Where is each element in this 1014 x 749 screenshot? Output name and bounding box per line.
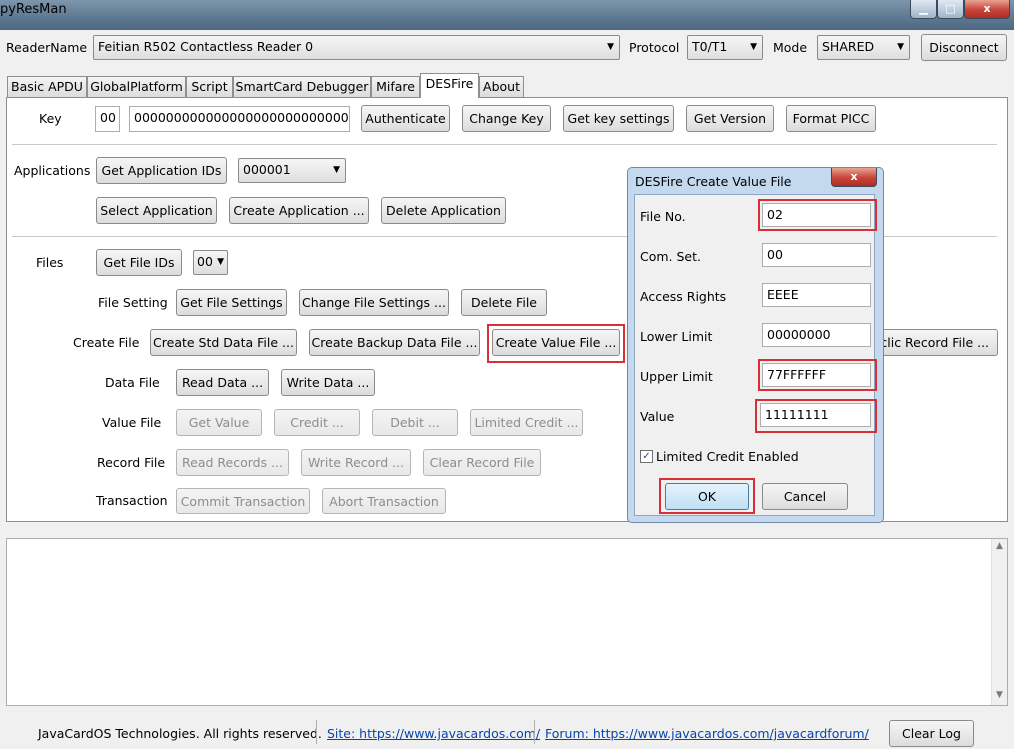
get-file-settings-button[interactable]: Get File Settings [176,289,287,316]
minimize-button[interactable]: ▁ [910,0,937,19]
get-application-ids-button[interactable]: Get Application IDs [96,157,227,184]
reader-value: Feitian R502 Contactless Reader 0 [98,39,314,54]
key-number-input[interactable]: 00 [95,106,120,132]
access-rights-label: Access Rights [640,289,727,304]
key-label: Key [39,111,62,126]
get-value-button[interactable]: Get Value [176,409,262,436]
change-file-settings-button[interactable]: Change File Settings ... [299,289,449,316]
footer-separator [534,720,535,744]
com-set-label: Com. Set. [640,249,701,264]
dialog-close-button[interactable]: x [831,168,877,187]
cancel-button[interactable]: Cancel [762,483,848,510]
record-file-label: Record File [97,455,166,470]
chevron-down-icon: ▼ [217,257,224,267]
window-title: pyResMan [0,2,67,17]
clear-record-file-button[interactable]: Clear Record File [423,449,541,476]
file-id-select[interactable]: 00 ▼ [193,250,228,275]
chevron-down-icon: ▼ [607,42,614,52]
footer-separator [316,720,317,744]
value-label: Value [640,409,675,424]
create-cyclic-record-file-button[interactable]: yclic Record File ... [872,329,998,356]
get-key-settings-button[interactable]: Get key settings [563,105,674,132]
select-application-button[interactable]: Select Application [96,197,217,224]
change-key-button[interactable]: Change Key [462,105,551,132]
close-button[interactable]: x [964,0,1010,19]
log-scrollbar[interactable] [991,539,1007,705]
chevron-down-icon: ▼ [897,42,904,52]
highlight-ok [659,478,755,514]
create-std-data-file-button[interactable]: Create Std Data File ... [150,329,297,356]
upper-limit-label: Upper Limit [640,369,713,384]
clear-log-button[interactable]: Clear Log [889,720,974,747]
application-id-value: 000001 [243,162,291,177]
highlight-file-no [758,199,877,231]
file-no-label: File No. [640,209,686,224]
protocol-select[interactable]: T0/T1 ▼ [687,35,763,60]
read-data-button[interactable]: Read Data ... [176,369,269,396]
disconnect-button[interactable]: Disconnect [921,34,1007,61]
create-application-button[interactable]: Create Application ... [229,197,369,224]
abort-transaction-button[interactable]: Abort Transaction [322,488,446,514]
debit-button[interactable]: Debit ... [372,409,458,436]
tab-basic-apdu[interactable]: Basic APDU [7,76,87,97]
write-record-button[interactable]: Write Record ... [301,449,411,476]
separator [12,144,997,145]
copyright-text: JavaCardOS Technologies. All rights rese… [38,726,322,741]
highlight-create-value-file [487,324,625,363]
title-bar [0,0,1014,30]
mode-label: Mode [773,40,808,55]
mode-select[interactable]: SHARED ▼ [817,35,910,60]
key-value-input[interactable]: 00000000000000000000000000000000 [129,106,350,132]
applications-label: Applications [14,163,91,178]
chevron-down-icon: ▼ [333,165,340,175]
lower-limit-input[interactable]: 00000000 [762,323,871,347]
format-picc-button[interactable]: Format PICC [786,105,876,132]
log-textarea[interactable] [6,538,1008,706]
value-file-label: Value File [102,415,162,430]
delete-application-button[interactable]: Delete Application [381,197,506,224]
highlight-value [755,399,877,433]
highlight-upper-limit [758,359,877,391]
limited-credit-label: Limited Credit Enabled [656,449,799,464]
dialog-title: DESFire Create Value File [635,174,792,189]
application-id-select[interactable]: 000001 ▼ [238,158,346,183]
maximize-button[interactable]: □ [937,0,964,19]
tab-mifare[interactable]: Mifare [371,76,420,97]
tab-smartcard-debugger[interactable]: SmartCard Debugger [233,76,371,97]
delete-file-button[interactable]: Delete File [461,289,547,316]
protocol-value: T0/T1 [692,39,728,54]
tab-script[interactable]: Script [186,76,233,97]
tab-globalplatform[interactable]: GlobalPlatform [87,76,186,97]
get-file-ids-button[interactable]: Get File IDs [96,249,182,276]
commit-transaction-button[interactable]: Commit Transaction [176,488,310,514]
create-backup-data-file-button[interactable]: Create Backup Data File ... [309,329,480,356]
reader-name-label: ReaderName [6,40,88,55]
access-rights-input[interactable]: EEEE [762,283,871,307]
get-version-button[interactable]: Get Version [686,105,774,132]
tab-about[interactable]: About [479,76,524,97]
chevron-down-icon: ▼ [750,42,757,52]
create-file-label: Create File [73,335,140,350]
mode-value: SHARED [822,39,875,54]
transaction-label: Transaction [96,493,168,508]
scroll-up-icon[interactable]: ▲ [992,541,1007,555]
forum-link[interactable]: Forum: https://www.javacardos.com/javaca… [545,726,869,741]
file-id-value: 00 [197,254,213,269]
site-link[interactable]: Site: https://www.javacardos.com/ [327,726,540,741]
protocol-label: Protocol [629,40,680,55]
tab-desfire[interactable]: DESFire [420,73,479,98]
credit-button[interactable]: Credit ... [274,409,360,436]
files-label: Files [36,255,64,270]
scroll-down-icon[interactable]: ▼ [992,690,1007,704]
reader-select[interactable]: Feitian R502 Contactless Reader 0 ▼ [93,35,620,60]
limited-credit-button[interactable]: Limited Credit ... [470,409,583,436]
limited-credit-checkbox[interactable]: ✓ [640,450,653,463]
write-data-button[interactable]: Write Data ... [281,369,375,396]
authenticate-button[interactable]: Authenticate [361,105,450,132]
com-set-input[interactable]: 00 [762,243,871,267]
file-setting-label: File Setting [98,295,168,310]
lower-limit-label: Lower Limit [640,329,713,344]
read-records-button[interactable]: Read Records ... [176,449,289,476]
data-file-label: Data File [105,375,160,390]
